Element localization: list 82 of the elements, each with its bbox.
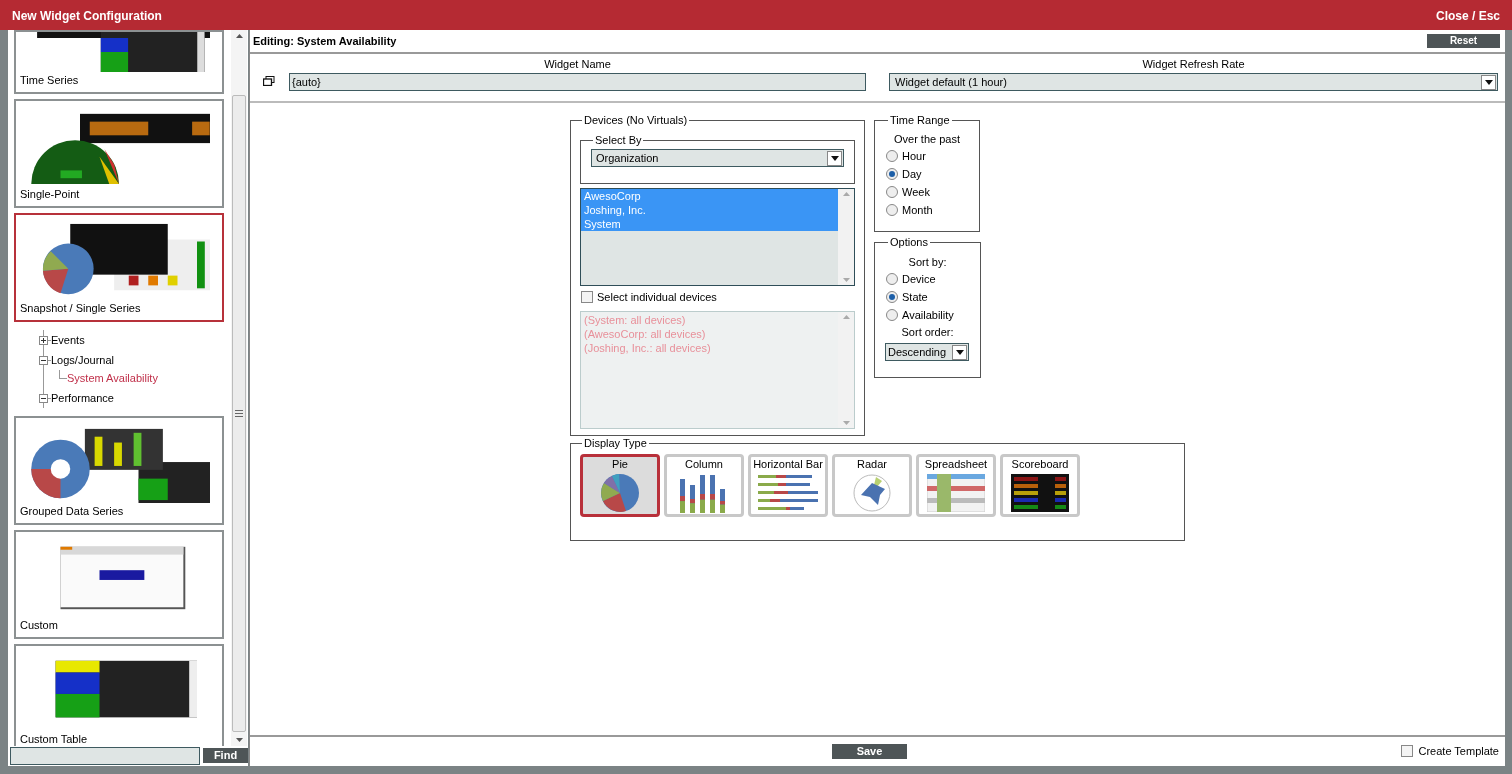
refresh-rate-select[interactable]: Widget default (1 hour) bbox=[889, 73, 1498, 91]
tile-label: Spreadsheet bbox=[924, 457, 988, 471]
display-type-tile[interactable]: Horizontal Bar bbox=[748, 454, 828, 517]
radio-label: Week bbox=[902, 185, 930, 200]
radio-button[interactable] bbox=[886, 204, 898, 216]
tile-label: Horizontal Bar bbox=[753, 457, 823, 471]
widget-card[interactable]: Custom bbox=[14, 530, 224, 639]
group-legend: Select By bbox=[593, 134, 644, 146]
sort-by-caption: Sort by: bbox=[907, 255, 948, 270]
tree-item[interactable]: Events bbox=[51, 332, 85, 348]
scroll-down-arrow-icon[interactable] bbox=[235, 738, 243, 742]
close-link[interactable]: Close / Esc bbox=[1435, 7, 1500, 25]
tile-label: Pie bbox=[612, 457, 628, 471]
field-label: Widget Refresh Rate bbox=[1142, 58, 1245, 71]
widget-card[interactable]: Snapshot / Single Series bbox=[14, 213, 224, 322]
pie-chart-icon bbox=[600, 472, 640, 513]
sort-order-caption: Sort order: bbox=[900, 325, 955, 340]
checkbox-label: Select individual devices bbox=[597, 290, 717, 305]
display-type-tile[interactable]: Column bbox=[664, 454, 744, 517]
card-label: Custom bbox=[19, 618, 59, 633]
card-label: Single-Point bbox=[19, 187, 81, 202]
widget-card[interactable]: Grouped Data Series bbox=[14, 416, 224, 525]
radio-button[interactable] bbox=[886, 168, 898, 180]
window-title: New Widget Configuration bbox=[12, 8, 162, 25]
time-range-caption: Over the past bbox=[892, 132, 961, 147]
tile-label: Column bbox=[685, 457, 723, 471]
checkbox-label: Create Template bbox=[1418, 744, 1499, 759]
scrollbar-thumb[interactable] bbox=[232, 95, 246, 732]
widget-card[interactable]: Single-Point bbox=[14, 99, 224, 208]
scroll-up-arrow-icon[interactable] bbox=[235, 34, 243, 38]
save-button[interactable]: Save bbox=[832, 744, 907, 759]
radio-label: Day bbox=[902, 167, 922, 182]
bar-chart-icon bbox=[756, 472, 820, 513]
group-legend: Options bbox=[888, 236, 930, 248]
widget-name-field[interactable]: {auto} bbox=[289, 73, 866, 91]
radar-chart-icon bbox=[852, 472, 892, 513]
list-item: (Joshing, Inc.: all devices) bbox=[583, 340, 712, 355]
widget-card[interactable]: Custom Table bbox=[14, 644, 224, 746]
radio-button[interactable] bbox=[886, 291, 898, 303]
radio-button[interactable] bbox=[886, 309, 898, 321]
radio-label: State bbox=[902, 290, 928, 305]
widget-card[interactable]: Time Series bbox=[14, 30, 224, 94]
card-label: Snapshot / Single Series bbox=[19, 301, 142, 316]
display-type-tile[interactable]: Scoreboard bbox=[1000, 454, 1080, 517]
tile-label: Scoreboard bbox=[1011, 457, 1069, 471]
reset-button[interactable]: Reset bbox=[1427, 34, 1500, 48]
field-label: Widget Name bbox=[544, 58, 611, 71]
tree-item[interactable]: System Availability bbox=[67, 370, 158, 386]
display-type-tile[interactable]: Pie bbox=[580, 454, 660, 517]
window-restore-icon[interactable] bbox=[263, 76, 275, 86]
sort-order-dropdown[interactable]: Descending bbox=[885, 343, 969, 361]
radio-button[interactable] bbox=[886, 186, 898, 198]
radio-button[interactable] bbox=[886, 273, 898, 285]
card-label: Custom Table bbox=[19, 732, 89, 746]
checkbox[interactable] bbox=[581, 291, 593, 304]
card-label: Grouped Data Series bbox=[19, 504, 125, 519]
radio-button[interactable] bbox=[886, 150, 898, 162]
minus-icon[interactable] bbox=[39, 393, 48, 403]
tile-label: Radar bbox=[857, 457, 887, 471]
find-button[interactable]: Find bbox=[203, 748, 248, 763]
display-type-tile[interactable]: Radar bbox=[832, 454, 912, 517]
minus-icon[interactable] bbox=[39, 355, 48, 365]
group-legend: Display Type bbox=[582, 437, 649, 449]
display-type-tile[interactable]: Spreadsheet bbox=[916, 454, 996, 517]
tree-item[interactable]: Performance bbox=[51, 390, 114, 406]
select-by-dropdown[interactable]: Organization bbox=[591, 149, 844, 167]
checkbox[interactable] bbox=[1401, 745, 1414, 758]
card-label: Time Series bbox=[19, 73, 80, 88]
tree-item[interactable]: Logs/Journal bbox=[51, 352, 114, 368]
list-item: (System: all devices) bbox=[583, 312, 687, 327]
find-field[interactable] bbox=[10, 746, 200, 765]
radio-label: Hour bbox=[902, 149, 926, 164]
group-legend: Time Range bbox=[888, 114, 952, 126]
editing-heading: Editing: System Availability bbox=[253, 33, 397, 49]
radio-label: Availability bbox=[902, 308, 954, 323]
group-legend: Devices (No Virtuals) bbox=[582, 114, 690, 126]
scoreboard-icon bbox=[1011, 473, 1069, 512]
radio-label: Month bbox=[902, 203, 933, 218]
list-item: (AwesoCorp: all devices) bbox=[583, 326, 707, 341]
plus-icon[interactable] bbox=[39, 335, 48, 345]
spreadsheet-icon bbox=[927, 473, 985, 512]
radio-label: Device bbox=[902, 272, 936, 287]
